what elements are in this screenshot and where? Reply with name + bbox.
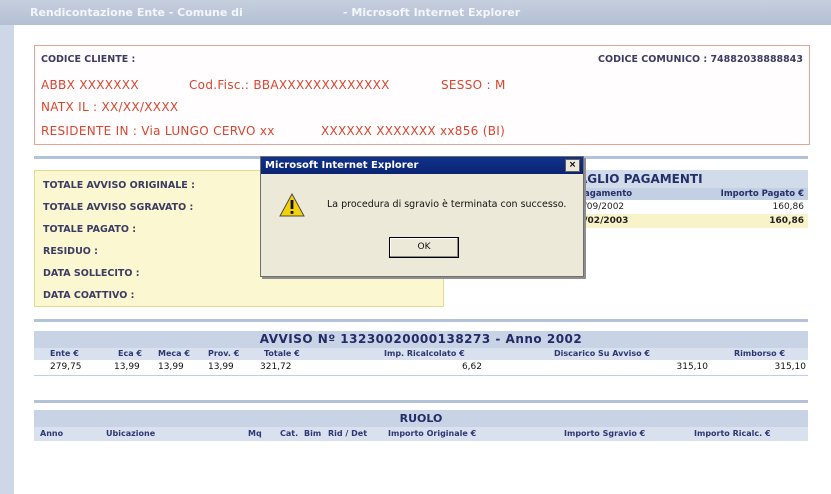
totals-label: TOTALE AVVISO SGRAVATO :	[43, 202, 194, 213]
table-row: 1/02/2003 160,86	[570, 214, 808, 228]
payment-amount: 160,86	[772, 202, 805, 212]
avviso-value: 13,99	[114, 362, 140, 372]
totals-label: DATA SOLLECITO :	[43, 268, 140, 279]
totals-label: DATA COATTIVO :	[43, 290, 135, 301]
avviso-value: 6,62	[461, 362, 482, 372]
avviso-col-header: Meca €	[158, 349, 190, 358]
codice-cliente-label: CODICE CLIENTE :	[41, 54, 136, 65]
ok-button[interactable]: OK	[389, 237, 459, 258]
client-codfisc: Cod.Fisc.: BBAXXXXXXXXXXXXX	[189, 78, 390, 92]
dialog-message: La procedura di sgravio è terminata con …	[327, 199, 567, 210]
codice-comunico: CODICE COMUNICO : 74882038888843	[598, 54, 803, 65]
ruolo-table: RUOLO Anno Ubicazione Mq Cat. Bim Rid / …	[34, 410, 808, 441]
payments-header: Pagamento Importo Pagato €	[570, 188, 808, 200]
payment-amount: 160,86	[769, 216, 804, 226]
ruolo-col-header: Anno	[40, 429, 64, 438]
avviso-col-header: Eca €	[118, 349, 142, 358]
avviso-value: 13,99	[208, 362, 234, 372]
ruolo-col-header: Bim	[304, 429, 322, 438]
close-icon[interactable]: ×	[565, 159, 580, 172]
ruolo-col-header: Mq	[248, 429, 262, 438]
totals-label: RESIDUO :	[43, 246, 98, 257]
ruolo-col-header: Cat.	[280, 429, 299, 438]
dialog-titlebar: Microsoft Internet Explorer ×	[261, 157, 583, 174]
ruolo-col-header: Importo Ricalc. €	[694, 429, 771, 438]
avviso-values-row: 279,75 13,99 13,99 13,99 321,72 6,62 315…	[34, 360, 808, 376]
payments-panel: AGLIO PAGAMENTI Pagamento Importo Pagato…	[570, 170, 808, 228]
payments-title: AGLIO PAGAMENTI	[570, 170, 808, 188]
avviso-value: 315,10	[774, 362, 807, 372]
warning-icon	[279, 193, 305, 217]
payments-col-date: Pagamento	[578, 189, 633, 199]
ruolo-col-header: Ubicazione	[106, 429, 156, 438]
payment-date: 1/02/2003	[578, 216, 629, 226]
window-title-left: Rendicontazione Ente - Comune di	[30, 6, 243, 19]
avviso-col-header: Imp. Ricalcolato €	[384, 349, 465, 358]
ruolo-header-row: Anno Ubicazione Mq Cat. Bim Rid / Det Im…	[34, 427, 808, 441]
avviso-value: 321,72	[260, 362, 292, 372]
client-sesso: SESSO : M	[441, 78, 506, 92]
avviso-header-row: Ente € Eca € Meca € Prov. € Totale € Imp…	[34, 348, 808, 360]
avviso-col-header: Rimborso €	[734, 349, 786, 358]
avviso-col-header: Discarico Su Avviso €	[554, 349, 650, 358]
client-nato: NATX IL : XX/XX/XXXX	[41, 100, 179, 114]
avviso-col-header: Ente €	[50, 349, 79, 358]
alert-dialog: Microsoft Internet Explorer × La procedu…	[260, 156, 584, 277]
payment-date: 5/09/2002	[578, 202, 625, 212]
client-name: ABBX XXXXXXX	[41, 78, 139, 92]
separator	[34, 400, 808, 403]
ruolo-col-header: Importo Sgravio €	[564, 429, 646, 438]
avviso-table: AVVISO Nº 13230020000138273 - Anno 2002 …	[34, 331, 808, 376]
client-info-box: CODICE CLIENTE : CODICE COMUNICO : 74882…	[34, 45, 810, 145]
dialog-title: Microsoft Internet Explorer	[265, 160, 419, 171]
window-title-right: - Microsoft Internet Explorer	[343, 6, 521, 19]
avviso-value: 279,75	[50, 362, 82, 372]
avviso-col-header: Prov. €	[208, 349, 240, 358]
avviso-value: 13,99	[158, 362, 184, 372]
client-residente-city: XXXXXX XXXXXXX xx856 (BI)	[321, 124, 506, 138]
avviso-col-header: Totale €	[264, 349, 300, 358]
ruolo-col-header: Rid / Det	[328, 429, 368, 438]
client-residente: RESIDENTE IN : Via LUNGO CERVO xx	[41, 124, 275, 138]
ruolo-col-header: Importo Originale €	[388, 429, 477, 438]
table-row: 5/09/2002 160,86	[570, 200, 808, 214]
avviso-title: AVVISO Nº 13230020000138273 - Anno 2002	[34, 331, 808, 348]
totals-label: TOTALE AVVISO ORIGINALE :	[43, 180, 195, 191]
avviso-value: 315,10	[676, 362, 709, 372]
ruolo-title: RUOLO	[34, 410, 808, 427]
window-titlebar: Rendicontazione Ente - Comune di - Micro…	[0, 0, 831, 25]
separator	[34, 319, 808, 322]
totals-label: TOTALE PAGATO :	[43, 224, 137, 235]
payments-col-amount: Importo Pagato €	[720, 189, 804, 199]
